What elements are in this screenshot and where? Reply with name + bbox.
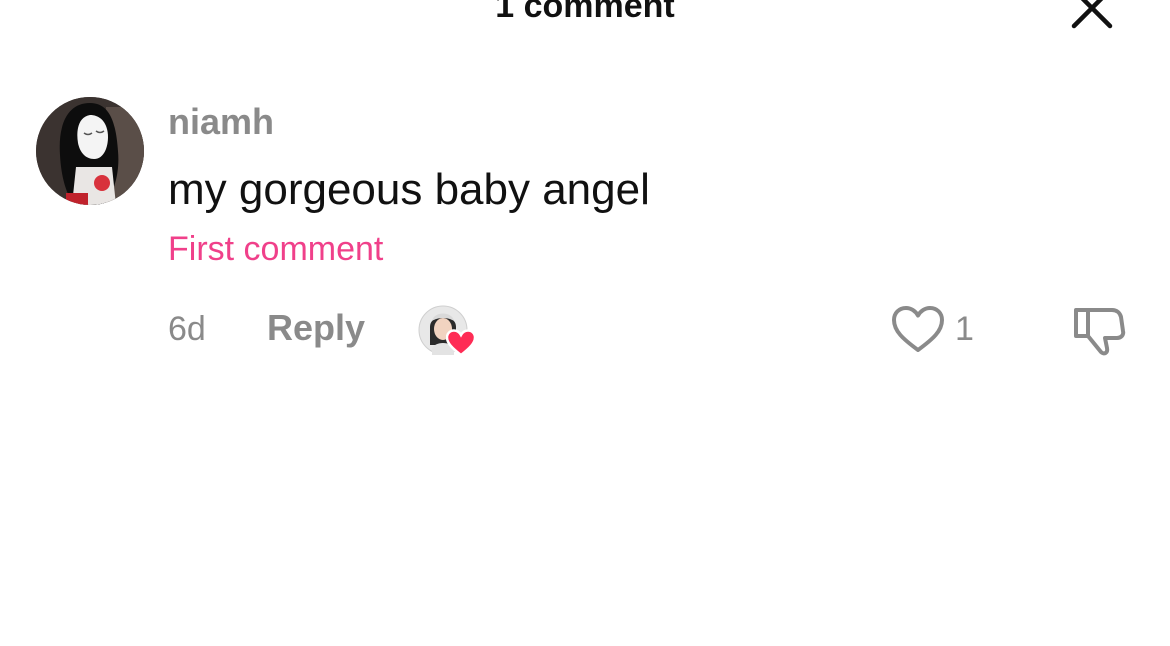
like-button[interactable]: [891, 304, 945, 356]
first-comment-badge: First comment: [168, 230, 384, 268]
avatar[interactable]: [36, 97, 144, 205]
comment-username[interactable]: niamh: [168, 100, 274, 144]
comment-text: my gorgeous baby angel: [168, 165, 650, 214]
comments-count-title: 1 comment: [495, 0, 675, 25]
close-button[interactable]: [1066, 0, 1118, 34]
comment-age: 6d: [168, 310, 206, 348]
close-icon: [1071, 0, 1113, 29]
dislike-button[interactable]: [1070, 304, 1126, 358]
thumbs-down-icon: [1074, 308, 1126, 356]
heart-icon: [446, 329, 476, 357]
heart-outline-icon: [892, 306, 944, 352]
reply-button[interactable]: Reply: [267, 306, 365, 350]
creator-liked-indicator: [418, 305, 478, 359]
like-count: 1: [955, 310, 974, 348]
avatar-image: [36, 97, 144, 205]
